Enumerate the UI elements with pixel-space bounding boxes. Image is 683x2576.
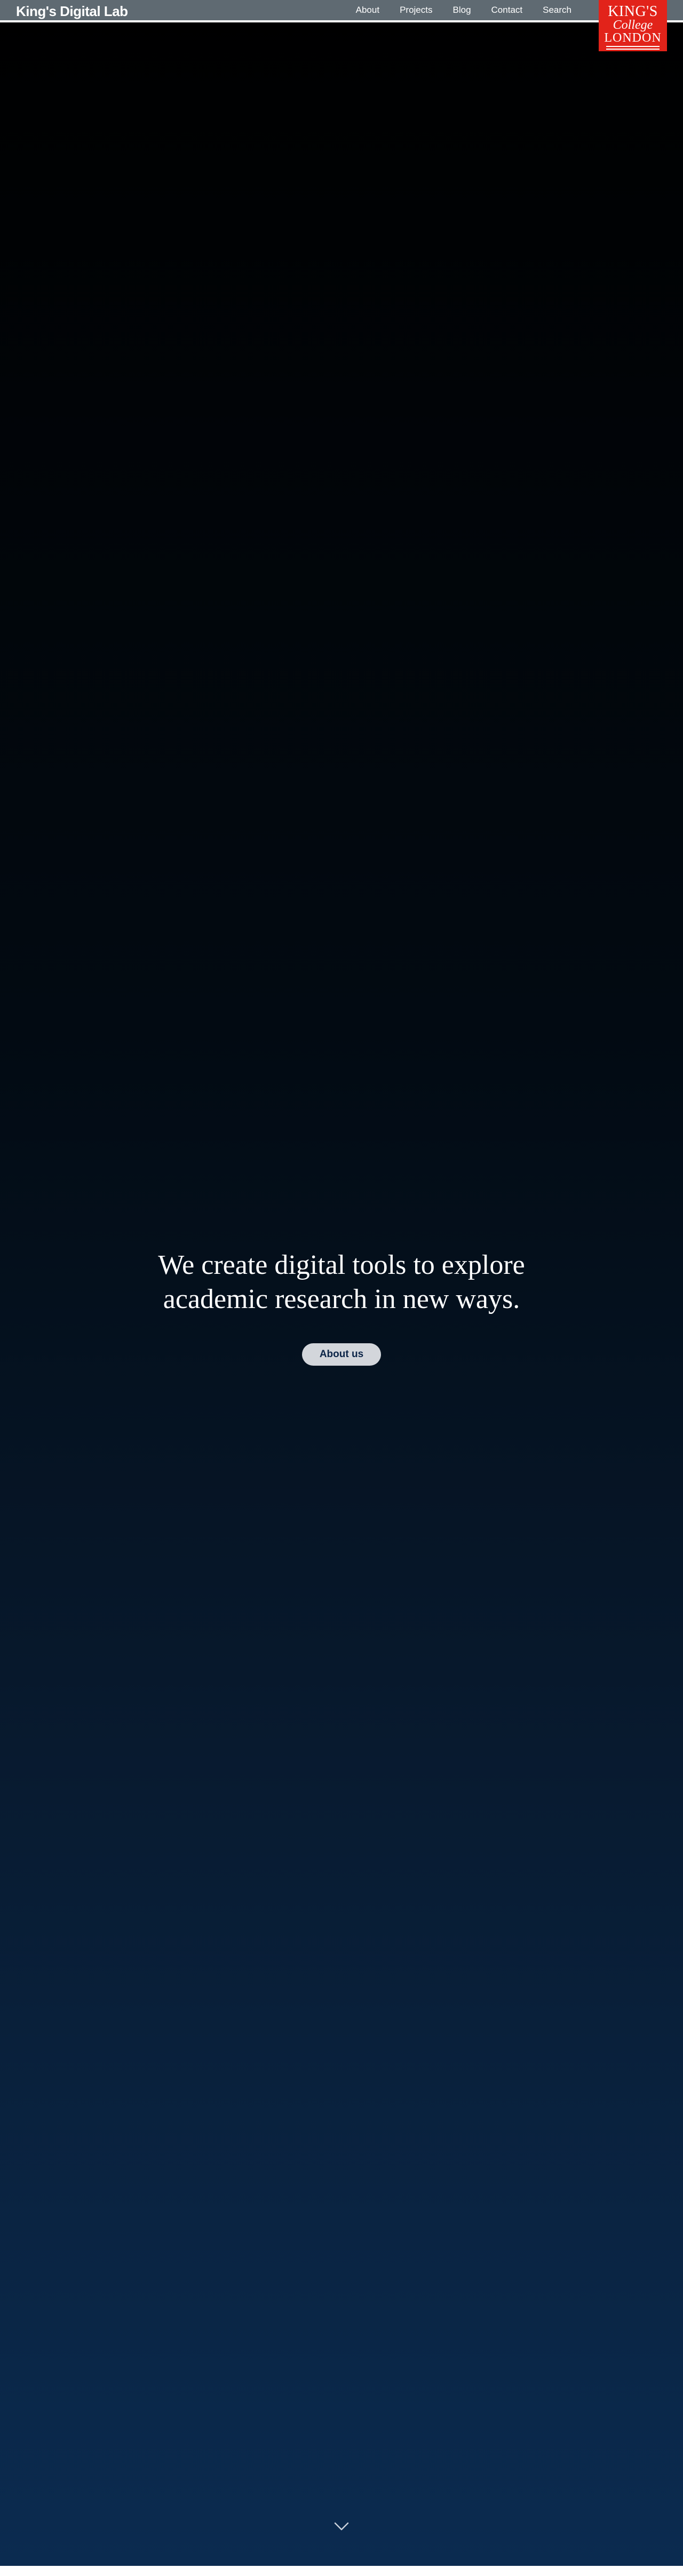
top-navbar: King's Digital Lab About Projects Blog C… (0, 0, 683, 22)
nav-link-blog[interactable]: Blog (443, 5, 481, 15)
main-navigation: About Projects Blog Contact Search (346, 0, 582, 20)
logo-text-london: LONDON (604, 31, 662, 45)
logo-text-kings: KING'S (608, 3, 658, 20)
nav-link-contact[interactable]: Contact (481, 5, 533, 15)
logo-rule (606, 46, 660, 47)
nav-link-about[interactable]: About (346, 5, 390, 15)
logo-text-college: College (613, 18, 653, 32)
nav-link-search[interactable]: Search (533, 5, 582, 15)
site-title-link[interactable]: King's Digital Lab (16, 3, 128, 19)
kings-college-london-logo[interactable]: KING'S College LONDON (599, 0, 667, 51)
page-bottom-band (0, 2566, 683, 2576)
hero-section: We create digital tools to explore acade… (0, 0, 683, 2566)
logo-rule (606, 49, 660, 50)
hero-tagline: We create digital tools to explore acade… (158, 1250, 525, 1314)
nav-link-projects[interactable]: Projects (390, 5, 442, 15)
about-us-button[interactable]: About us (302, 1343, 381, 1366)
chevron-down-icon[interactable] (333, 2520, 350, 2533)
